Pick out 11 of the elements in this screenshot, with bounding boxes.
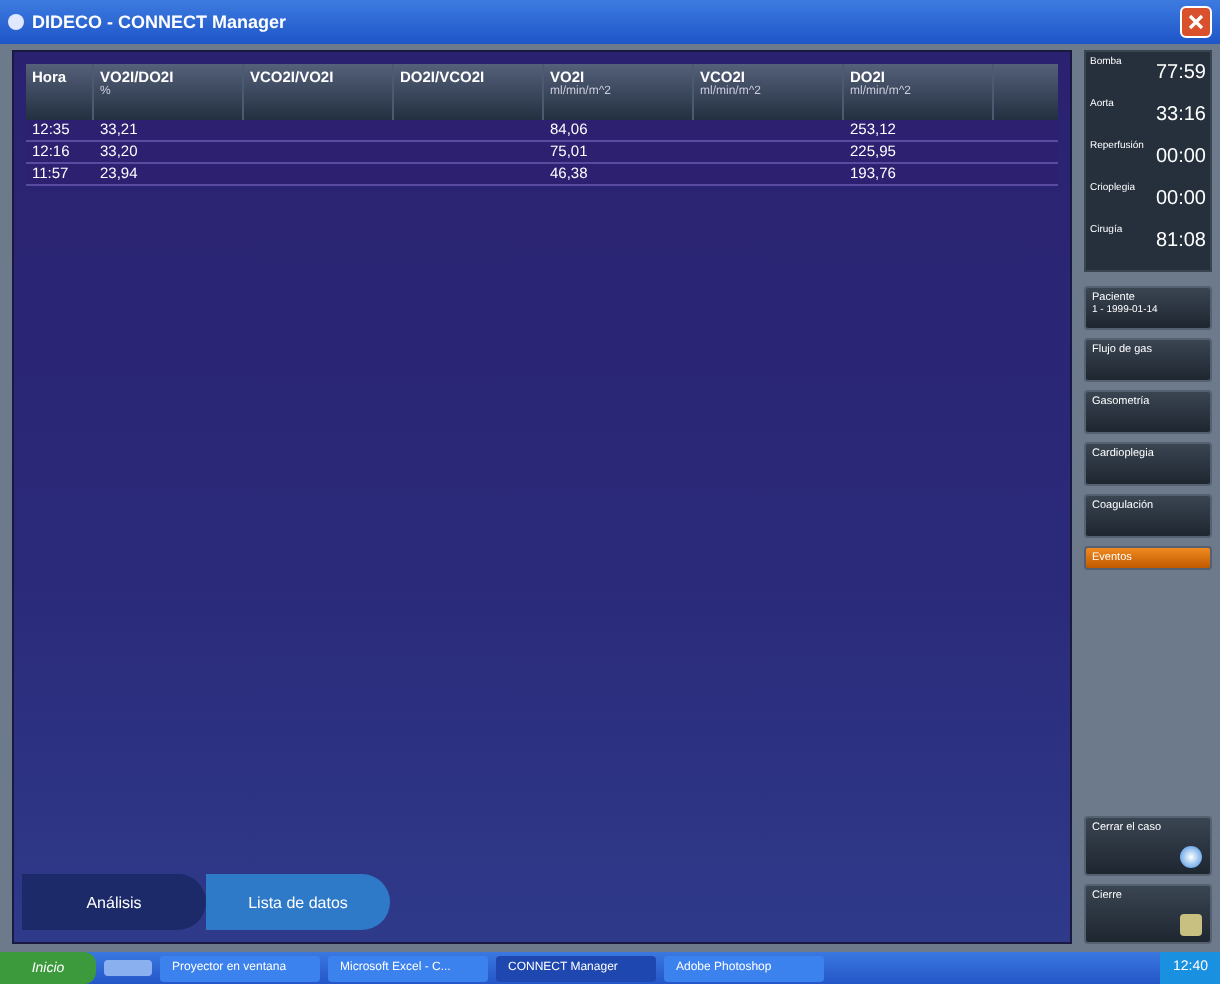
close-icon (1188, 14, 1204, 30)
timer-value: 33:16 (1153, 104, 1206, 126)
tab[interactable]: Lista de datos (206, 874, 390, 930)
tab[interactable]: Análisis (22, 874, 206, 930)
timer-value: 77:59 (1153, 62, 1206, 84)
close-button[interactable] (1180, 6, 1212, 38)
timer-value: 00:00 (1153, 188, 1206, 210)
timer-value: 81:08 (1153, 230, 1206, 252)
app-icon (8, 14, 24, 30)
timer-value: 00:00 (1153, 146, 1206, 168)
window-title: DIDECO - CONNECT Manager (32, 12, 287, 32)
